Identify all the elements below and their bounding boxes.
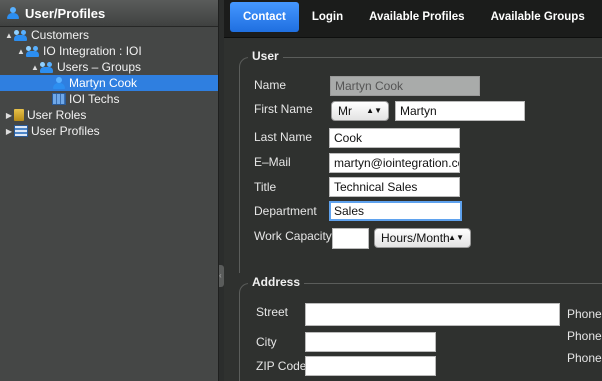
tab-login[interactable]: Login — [299, 2, 356, 32]
panel-header: User/Profiles — [0, 0, 218, 27]
tree-item-ioi-techs[interactable]: IOI Techs — [0, 91, 218, 107]
tree-item-label: User Profiles — [31, 124, 100, 138]
tab-bar: Contact Login Available Profiles Availab… — [224, 0, 602, 38]
user-icon — [6, 7, 20, 19]
tree-item-user-profiles[interactable]: ▶ User Profiles — [0, 123, 218, 139]
first-name-field[interactable]: Martyn — [395, 101, 525, 121]
navigation-panel: User/Profiles ▲ Customers ▲ IO Integrati… — [0, 0, 219, 381]
roles-icon — [14, 109, 24, 121]
group-icon — [14, 29, 28, 41]
department-label: Department — [254, 204, 317, 218]
phone-label-3: Phone — [567, 351, 602, 365]
user-section-title: User — [248, 49, 283, 63]
tree-item-label: Customers — [31, 28, 90, 42]
detail-panel: Contact Login Available Profiles Availab… — [224, 0, 602, 381]
city-label: City — [256, 335, 277, 349]
phone-label-2: Phone — [567, 329, 602, 343]
expand-arrow-icon[interactable]: ▶ — [4, 111, 14, 120]
department-field[interactable]: Sales — [329, 201, 462, 221]
tab-available-profiles[interactable]: Available Profiles — [356, 2, 477, 32]
tree-item-label: IO Integration : IOI — [43, 44, 142, 58]
capacity-unit-value: Hours/Month — [381, 231, 450, 245]
tree-item-customers[interactable]: ▲ Customers — [0, 27, 218, 43]
first-name-label: First Name — [254, 102, 313, 116]
tree-item-io-integration[interactable]: ▲ IO Integration : IOI — [0, 43, 218, 59]
tab-available-groups[interactable]: Available Groups — [478, 2, 598, 32]
name-field: Martyn Cook — [330, 76, 480, 96]
work-capacity-label: Work Capacity — [254, 229, 332, 243]
title-label: Title — [254, 180, 277, 194]
tree-item-user-roles[interactable]: ▶ User Roles — [0, 107, 218, 123]
email-label: E–Mail — [254, 155, 291, 169]
tab-contact[interactable]: Contact — [230, 2, 299, 32]
last-name-label: Last Name — [254, 130, 313, 144]
phone-label: Phone — [567, 307, 602, 321]
team-grid-icon — [52, 93, 66, 105]
title-field[interactable]: Technical Sales — [329, 177, 460, 197]
name-label: Name — [254, 78, 287, 92]
city-field[interactable] — [305, 332, 436, 352]
work-capacity-field[interactable] — [332, 228, 369, 249]
tree-item-users-groups[interactable]: ▲ Users – Groups — [0, 59, 218, 75]
tree: ▲ Customers ▲ IO Integration : IOI ▲ Use… — [0, 27, 218, 139]
profiles-icon — [14, 125, 28, 137]
collapse-arrow-icon[interactable]: ▲ — [16, 47, 26, 56]
tree-item-label: User Roles — [27, 108, 87, 122]
panel-title: User/Profiles — [25, 5, 106, 21]
tree-item-martyn-cook[interactable]: Martyn Cook — [0, 75, 218, 91]
street-label: Street — [256, 305, 289, 319]
group-icon — [40, 61, 54, 73]
collapse-arrow-icon[interactable]: ▲ — [30, 63, 40, 72]
capacity-unit-select[interactable]: Hours/Month ▲▼ — [374, 228, 471, 248]
expand-arrow-icon[interactable]: ▶ — [4, 127, 14, 136]
address-section-title: Address — [248, 275, 305, 289]
zip-code-label: ZIP Code — [256, 359, 307, 373]
tree-item-label: IOI Techs — [69, 92, 120, 106]
user-icon — [52, 77, 66, 89]
tree-item-label: Martyn Cook — [69, 76, 138, 90]
group-icon — [26, 45, 40, 57]
last-name-field[interactable]: Cook — [329, 128, 460, 148]
email-field[interactable]: martyn@iointegration.co — [329, 153, 460, 173]
salutation-value: Mr — [338, 104, 352, 118]
zip-code-field[interactable] — [305, 356, 436, 376]
tree-item-label: Users – Groups — [57, 60, 142, 74]
street-field[interactable] — [305, 303, 560, 326]
select-arrows-icon: ▲▼ — [448, 233, 464, 242]
select-arrows-icon: ▲▼ — [366, 106, 382, 115]
salutation-select[interactable]: Mr ▲▼ — [331, 101, 389, 121]
collapse-arrow-icon[interactable]: ▲ — [4, 31, 14, 40]
